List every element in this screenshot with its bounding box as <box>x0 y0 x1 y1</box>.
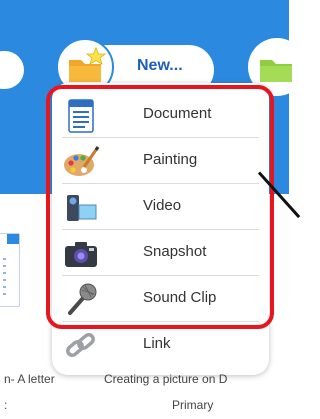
menu-item-label: Snapshot <box>143 243 207 260</box>
menu-item-label: Painting <box>143 151 198 168</box>
thumbnail-caption[interactable]: : <box>4 398 7 412</box>
menu-item-document[interactable]: Document <box>52 93 269 137</box>
thumbnail-lines <box>3 258 6 298</box>
new-item-dropdown-menu: Document Painting Video Snapshot Sound C… <box>52 83 269 375</box>
menu-item-label: Link <box>143 335 171 352</box>
document-thumbnail[interactable] <box>0 233 20 307</box>
new-button-label[interactable]: New... <box>137 57 183 75</box>
thumbnail-caption[interactable]: n- A letter <box>4 372 55 386</box>
thumbnail-caption[interactable]: Primary <box>172 398 213 412</box>
microphone-icon <box>62 281 100 319</box>
menu-divider <box>62 137 259 138</box>
thumbnail-corner-accent <box>7 234 19 244</box>
link-icon <box>62 327 100 365</box>
menu-item-link[interactable]: Link <box>52 323 269 367</box>
thumbnail-caption[interactable]: Creating a picture on D <box>104 372 227 386</box>
palette-icon <box>62 143 100 181</box>
camera-icon <box>62 235 100 273</box>
menu-divider <box>62 321 259 322</box>
document-icon <box>62 97 100 135</box>
menu-item-painting[interactable]: Painting <box>52 139 269 183</box>
menu-item-label: Sound Clip <box>143 289 217 306</box>
menu-item-label: Video <box>143 197 182 214</box>
menu-item-snapshot[interactable]: Snapshot <box>52 231 269 275</box>
menu-divider <box>62 183 259 184</box>
menu-divider <box>62 275 259 276</box>
menu-divider <box>62 229 259 230</box>
menu-item-video[interactable]: Video <box>52 185 269 229</box>
menu-item-label: Document <box>143 105 212 122</box>
menu-item-sound-clip[interactable]: Sound Clip <box>52 277 269 321</box>
video-camera-icon <box>62 189 100 227</box>
